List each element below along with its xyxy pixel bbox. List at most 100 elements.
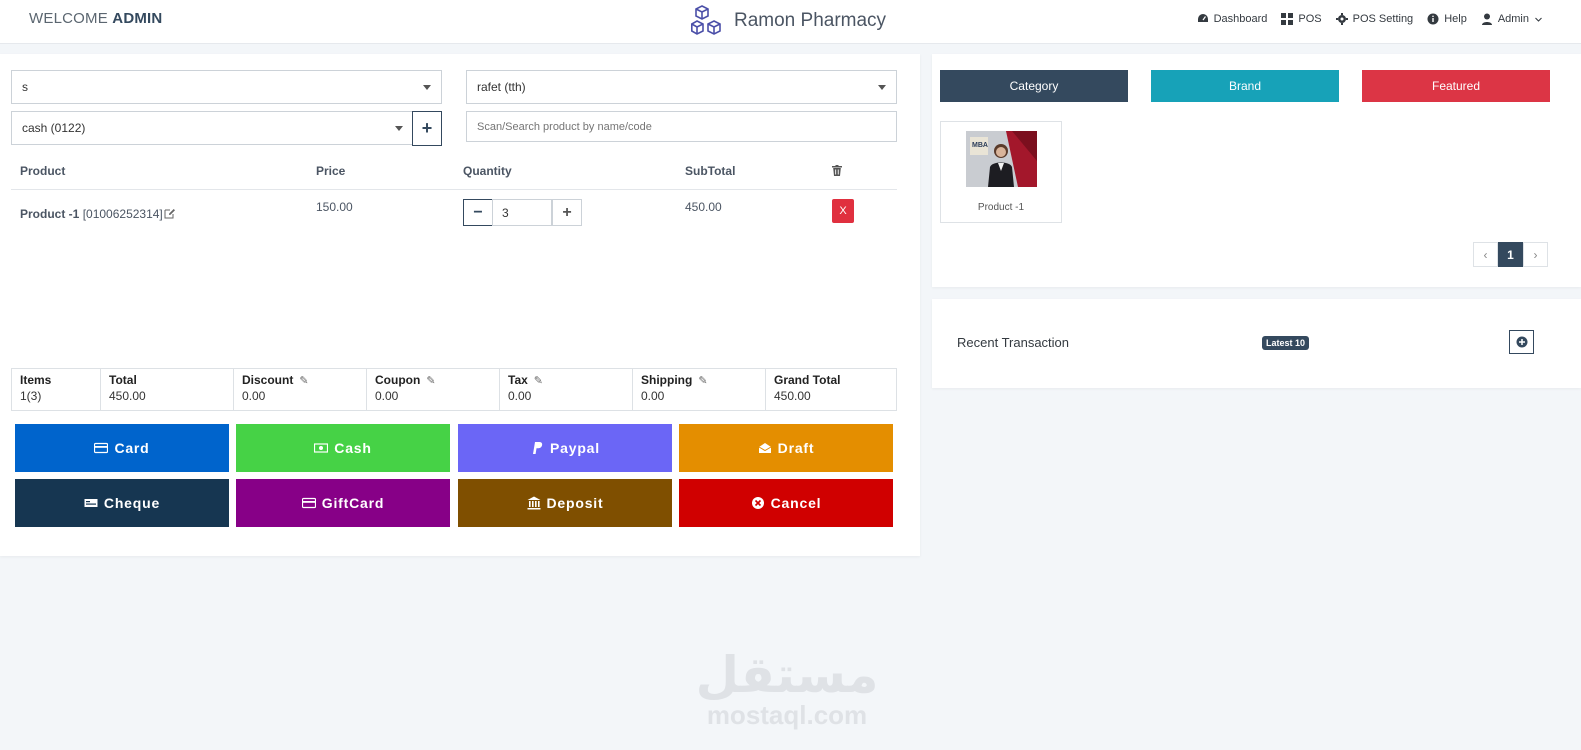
nav-help[interactable]: Help (1427, 13, 1467, 25)
warehouse-select[interactable]: s (11, 70, 442, 104)
nav-admin-menu[interactable]: Admin (1481, 13, 1543, 25)
edit-icon[interactable]: ✎ (534, 374, 543, 387)
summary-discount-value: 0.00 (242, 389, 266, 403)
info-icon (1427, 13, 1439, 25)
pay-paypal-button[interactable]: Paypal (458, 424, 672, 472)
column-header-quantity: Quantity (463, 164, 512, 178)
summary-total-value: 450.00 (109, 389, 146, 403)
welcome-text: WELCOME ADMIN (29, 10, 162, 27)
increase-quantity-button[interactable]: + (552, 199, 582, 226)
pagination-page[interactable]: 1 (1498, 242, 1523, 267)
edit-icon[interactable]: ✎ (698, 374, 707, 387)
nav-pos-setting[interactable]: POS Setting (1335, 13, 1414, 25)
pay-draft-button[interactable]: Draft (679, 424, 893, 472)
pagination-prev[interactable]: ‹ (1473, 242, 1498, 267)
column-header-price: Price (316, 164, 346, 178)
user-icon (1481, 13, 1492, 25)
warehouse-select-value: s (22, 80, 28, 94)
order-summary: Items 1(3) Total 450.00 Discount ✎ 0.00 C… (11, 368, 897, 411)
summary-tax[interactable]: Tax ✎ 0.00 (500, 369, 633, 410)
expand-recent-button[interactable] (1509, 330, 1534, 354)
tab-featured[interactable]: Featured (1362, 70, 1550, 102)
add-customer-button[interactable]: + (412, 111, 442, 146)
nav-help-label: Help (1444, 13, 1467, 25)
paypal-icon (533, 442, 543, 454)
welcome-prefix: WELCOME (29, 10, 108, 27)
summary-total: Total 450.00 (101, 369, 234, 410)
summary-shipping-label: Shipping (641, 373, 693, 387)
nav-pos[interactable]: POS (1281, 13, 1322, 25)
quantity-input[interactable] (492, 199, 552, 226)
column-header-subtotal: SubTotal (685, 164, 736, 178)
pagination-next[interactable]: › (1523, 242, 1548, 267)
pay-paypal-label: Paypal (550, 440, 600, 456)
product-image: MBA (966, 131, 1037, 187)
edit-icon[interactable]: ✎ (426, 374, 435, 387)
pay-draft-label: Draft (777, 440, 815, 456)
decrease-quantity-button[interactable]: − (463, 199, 493, 226)
pay-cheque-button[interactable]: Cheque (15, 479, 229, 527)
pay-deposit-label: Deposit (546, 495, 604, 511)
top-nav: Dashboard POS POS Setting Help Admin (1197, 13, 1543, 25)
product-card[interactable]: MBA Product -1 (940, 121, 1062, 223)
summary-grand-total-value: 450.00 (774, 389, 811, 403)
nav-pos-setting-label: POS Setting (1352, 13, 1414, 25)
edit-icon[interactable] (164, 208, 176, 219)
brand[interactable]: Ramon Pharmacy (690, 4, 886, 38)
summary-shipping[interactable]: Shipping ✎ 0.00 (633, 369, 766, 410)
product-search-input[interactable] (466, 111, 897, 142)
pay-giftcard-button[interactable]: GiftCard (236, 479, 450, 527)
cart-product-subtotal: 450.00 (685, 200, 722, 214)
nav-dashboard-label: Dashboard (1213, 13, 1268, 25)
plus-icon: + (421, 118, 433, 138)
summary-items: Items 1(3) (12, 369, 101, 410)
cubes-logo-icon (691, 5, 721, 35)
summary-tax-heading: Tax ✎ (508, 373, 624, 387)
pay-deposit-button[interactable]: Deposit (458, 479, 672, 527)
gift-card-icon (301, 497, 316, 509)
bank-icon (527, 496, 541, 510)
pay-cheque-label: Cheque (103, 495, 161, 511)
payment-account-select[interactable]: cash (0122) (11, 111, 414, 145)
summary-coupon-label: Coupon (375, 373, 421, 387)
close-circle-icon (751, 497, 764, 509)
customer-select[interactable]: rafet (tth) (466, 70, 897, 104)
column-header-product: Product (20, 164, 66, 178)
summary-shipping-value: 0.00 (641, 389, 665, 403)
pay-cash-button[interactable]: Cash (236, 424, 450, 472)
remove-item-button[interactable]: X (832, 199, 854, 223)
cancel-order-button[interactable]: Cancel (679, 479, 893, 527)
caret-down-icon (395, 126, 403, 131)
summary-coupon[interactable]: Coupon ✎ 0.00 (367, 369, 500, 410)
pay-card-button[interactable]: Card (15, 424, 229, 472)
nav-pos-label: POS (1298, 13, 1322, 25)
summary-total-label: Total (109, 373, 137, 387)
table-row: Product -1 [01006252314] (20, 207, 163, 221)
summary-items-value: 1(3) (20, 389, 42, 403)
cart-product-code: [01006252314] (82, 207, 163, 221)
tab-category[interactable]: Category (940, 70, 1128, 102)
payment-account-value: cash (0122) (22, 121, 86, 135)
summary-items-label: Items (20, 373, 52, 387)
summary-tax-label: Tax (508, 373, 528, 387)
cancel-order-label: Cancel (770, 495, 822, 511)
nav-dashboard[interactable]: Dashboard (1197, 13, 1268, 25)
cart-product-price: 150.00 (316, 200, 353, 214)
summary-discount-label: Discount (242, 373, 294, 387)
edit-icon[interactable]: ✎ (299, 374, 308, 387)
summary-tax-value: 0.00 (508, 389, 532, 403)
trash-icon[interactable] (832, 165, 842, 176)
chevron-down-icon (1535, 17, 1542, 22)
summary-discount[interactable]: Discount ✎ 0.00 (234, 369, 367, 410)
money-bill-icon (314, 443, 329, 453)
credit-card-icon (94, 442, 109, 454)
summary-grand-total-label: Grand Total (774, 373, 841, 387)
nav-admin-label: Admin (1497, 13, 1529, 25)
plus-circle-icon (1516, 336, 1527, 348)
cart-product-name: Product -1 (20, 207, 80, 221)
tab-brand[interactable]: Brand (1151, 70, 1339, 102)
product-card-name: Product -1 (977, 202, 1025, 213)
minus-icon: − (473, 203, 483, 221)
pay-giftcard-label: GiftCard (321, 495, 385, 511)
caret-down-icon (878, 85, 886, 90)
